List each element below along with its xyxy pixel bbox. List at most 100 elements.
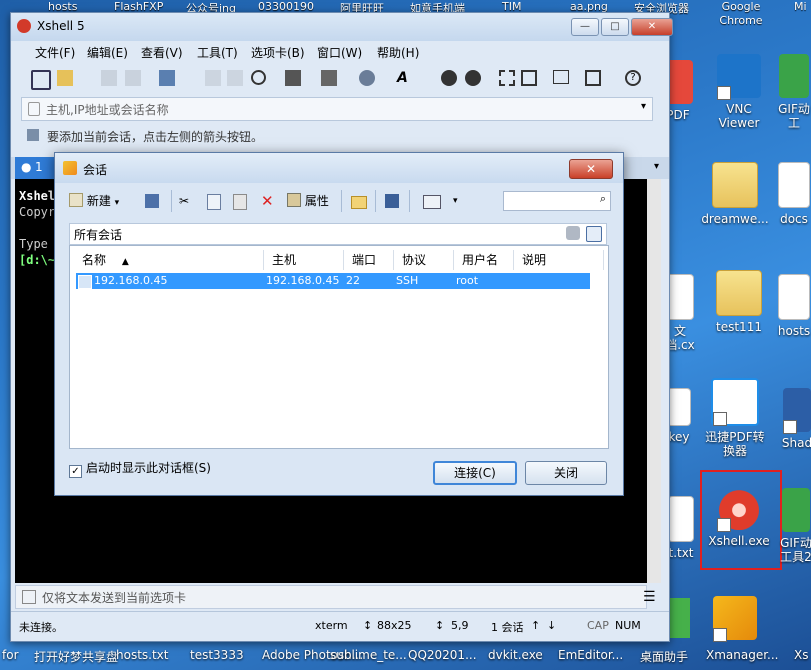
session-search-input[interactable]: ⌕ — [503, 191, 611, 211]
table-row[interactable]: 192.168.0.45 192.168.0.45 22 SSH root — [76, 273, 590, 289]
menu-file[interactable]: 文件(F) — [35, 44, 75, 61]
menu-icon[interactable]: ☰ — [643, 589, 656, 605]
properties-button[interactable]: 属性 — [287, 191, 329, 211]
desktop-icon-shad[interactable]: Shad — [780, 388, 811, 450]
terminal-scrollbar[interactable] — [647, 179, 661, 583]
tab-list-chevron-icon[interactable]: ▾ — [654, 161, 659, 172]
add-icon[interactable] — [585, 70, 601, 86]
search-icon[interactable] — [251, 70, 266, 85]
minimize-button[interactable]: — — [571, 18, 599, 36]
cut-icon[interactable]: ✂ — [179, 191, 189, 211]
dialog-title-bar[interactable]: 会话 ✕ — [55, 153, 623, 183]
folder-icon — [712, 162, 758, 208]
desktop-icon-dreamweaver[interactable]: dreamwe... — [700, 162, 770, 226]
desktop-icon-gif[interactable]: GIF动工 — [774, 54, 811, 130]
help-icon[interactable]: ? — [625, 70, 641, 86]
column-description[interactable]: 说明 — [514, 250, 604, 270]
properties-icon[interactable] — [159, 70, 175, 86]
desktop-icon-hosts[interactable]: hosts — [774, 274, 811, 338]
session-list[interactable]: 名称 ▲ 主机 端口 协议 用户名 说明 192.168.0.45 192.16… — [69, 245, 609, 449]
refresh-icon[interactable] — [586, 226, 602, 242]
column-username[interactable]: 用户名 — [454, 250, 514, 270]
desktop-label[interactable]: hosts.txt — [116, 648, 168, 662]
menu-window[interactable]: 窗口(W) — [317, 44, 362, 61]
lock-icon[interactable] — [521, 70, 537, 86]
view-icon[interactable] — [423, 195, 441, 209]
column-port[interactable]: 端口 — [344, 250, 394, 270]
close-dialog-button[interactable]: 关闭 — [525, 461, 607, 485]
desktop-label[interactable]: sublime_te... — [330, 648, 407, 662]
connect-icon[interactable] — [101, 70, 117, 86]
menu-tabs[interactable]: 选项卡(B) — [251, 44, 305, 61]
desktop-label[interactable]: Google Chrome — [716, 0, 766, 28]
desktop-icon-docs[interactable]: docs — [774, 162, 811, 226]
transfer-icon[interactable] — [321, 70, 337, 86]
session-bar-icon[interactable] — [27, 129, 39, 141]
desktop-label[interactable]: dvkit.exe — [488, 648, 543, 662]
desktop-label[interactable]: for — [2, 648, 19, 662]
status-connection: 未连接。 — [19, 621, 63, 634]
address-bar[interactable]: 主机,IP地址或会话名称 ▾ — [21, 97, 653, 121]
menu-edit[interactable]: 编辑(E) — [87, 44, 128, 61]
xmanager-toolbar-icon[interactable] — [465, 70, 481, 86]
chevron-down-icon: ▾ — [114, 198, 120, 208]
xshell-title-bar[interactable]: Xshell 5 — □ ✕ — [11, 13, 673, 41]
status-up-arrow-icon[interactable]: ↑ — [531, 619, 540, 632]
close-button[interactable]: ✕ — [631, 18, 673, 36]
disconnect-icon[interactable] — [125, 70, 141, 86]
desktop-label[interactable]: test3333 — [190, 648, 244, 662]
desktop-label[interactable]: QQ20201... — [408, 648, 477, 662]
new-session-button[interactable]: 新建 ▾ — [69, 191, 119, 211]
search-icon: ⌕ — [599, 192, 606, 205]
dialog-close-button[interactable]: ✕ — [569, 159, 613, 179]
copy-icon[interactable] — [205, 70, 221, 86]
sort-up-icon: ▲ — [121, 257, 129, 267]
chevron-down-icon[interactable]: ▾ — [641, 101, 646, 112]
desktop-icon-xmanager[interactable] — [700, 596, 770, 644]
folder-icon[interactable] — [351, 196, 367, 209]
menu-help[interactable]: 帮助(H) — [377, 44, 419, 61]
desktop-label[interactable]: 打开好梦共享盘 — [34, 648, 118, 665]
status-size-icon: ↕ — [363, 619, 373, 632]
column-name[interactable]: 名称 ▲ — [74, 250, 264, 270]
xftp-icon[interactable] — [441, 70, 457, 86]
keyboard-icon[interactable] — [553, 70, 569, 84]
session-icon — [78, 275, 92, 289]
globe-icon[interactable] — [359, 70, 375, 86]
delete-icon[interactable]: ✕ — [261, 191, 274, 211]
font-icon[interactable]: A — [397, 70, 413, 86]
new-session-icon[interactable] — [31, 70, 51, 90]
save-icon[interactable] — [145, 194, 159, 208]
print-icon[interactable] — [285, 70, 301, 86]
column-protocol[interactable]: 协议 — [394, 250, 454, 270]
paste-icon[interactable] — [227, 70, 243, 86]
export-icon[interactable] — [385, 194, 399, 208]
status-down-arrow-icon[interactable]: ↓ — [547, 619, 556, 632]
paste-icon[interactable] — [233, 194, 247, 210]
connect-button[interactable]: 连接(C) — [433, 461, 517, 485]
desktop-label[interactable]: Xmanager... — [706, 648, 779, 662]
copy-icon[interactable] — [207, 194, 221, 210]
column-host[interactable]: 主机 — [264, 250, 344, 270]
document-icon — [668, 496, 694, 542]
menu-view[interactable]: 查看(V) — [141, 44, 183, 61]
desktop-label[interactable]: 桌面助手 — [640, 648, 688, 665]
startup-checkbox[interactable]: ✓ — [69, 465, 82, 478]
chevron-down-icon[interactable]: ▾ — [453, 191, 458, 211]
send-bar[interactable]: 仅将文本发送到当前选项卡 — [15, 585, 647, 609]
menu-tools[interactable]: 工具(T) — [197, 44, 238, 61]
open-folder-icon[interactable] — [57, 70, 73, 86]
startup-checkbox-row[interactable]: ✓ 启动时显示此对话框(S) — [69, 459, 211, 478]
desktop-label[interactable]: Xs — [794, 648, 808, 662]
desktop-label[interactable]: Mi — [794, 0, 807, 13]
folder-up-icon[interactable] — [566, 226, 580, 240]
fullscreen-icon[interactable] — [499, 70, 515, 86]
desktop-icon-vnc-viewer[interactable]: VNC Viewer — [704, 54, 774, 130]
desktop-icon-pdf-converter[interactable]: 迅捷PDF转换器 — [700, 378, 770, 458]
status-bar: 未连接。 xterm ↕ 88x25 ↕ 5,9 1 会话 ↑ ↓ CAP NU… — [11, 611, 669, 640]
desktop-icon-gif-tool[interactable]: GIF动工具2 — [778, 488, 811, 564]
maximize-button[interactable]: □ — [601, 18, 629, 36]
desktop-icon-test111[interactable]: test111 — [704, 270, 774, 334]
tab-session-1[interactable]: ● 1 — [15, 157, 55, 179]
desktop-label[interactable]: EmEditor... — [558, 648, 623, 662]
